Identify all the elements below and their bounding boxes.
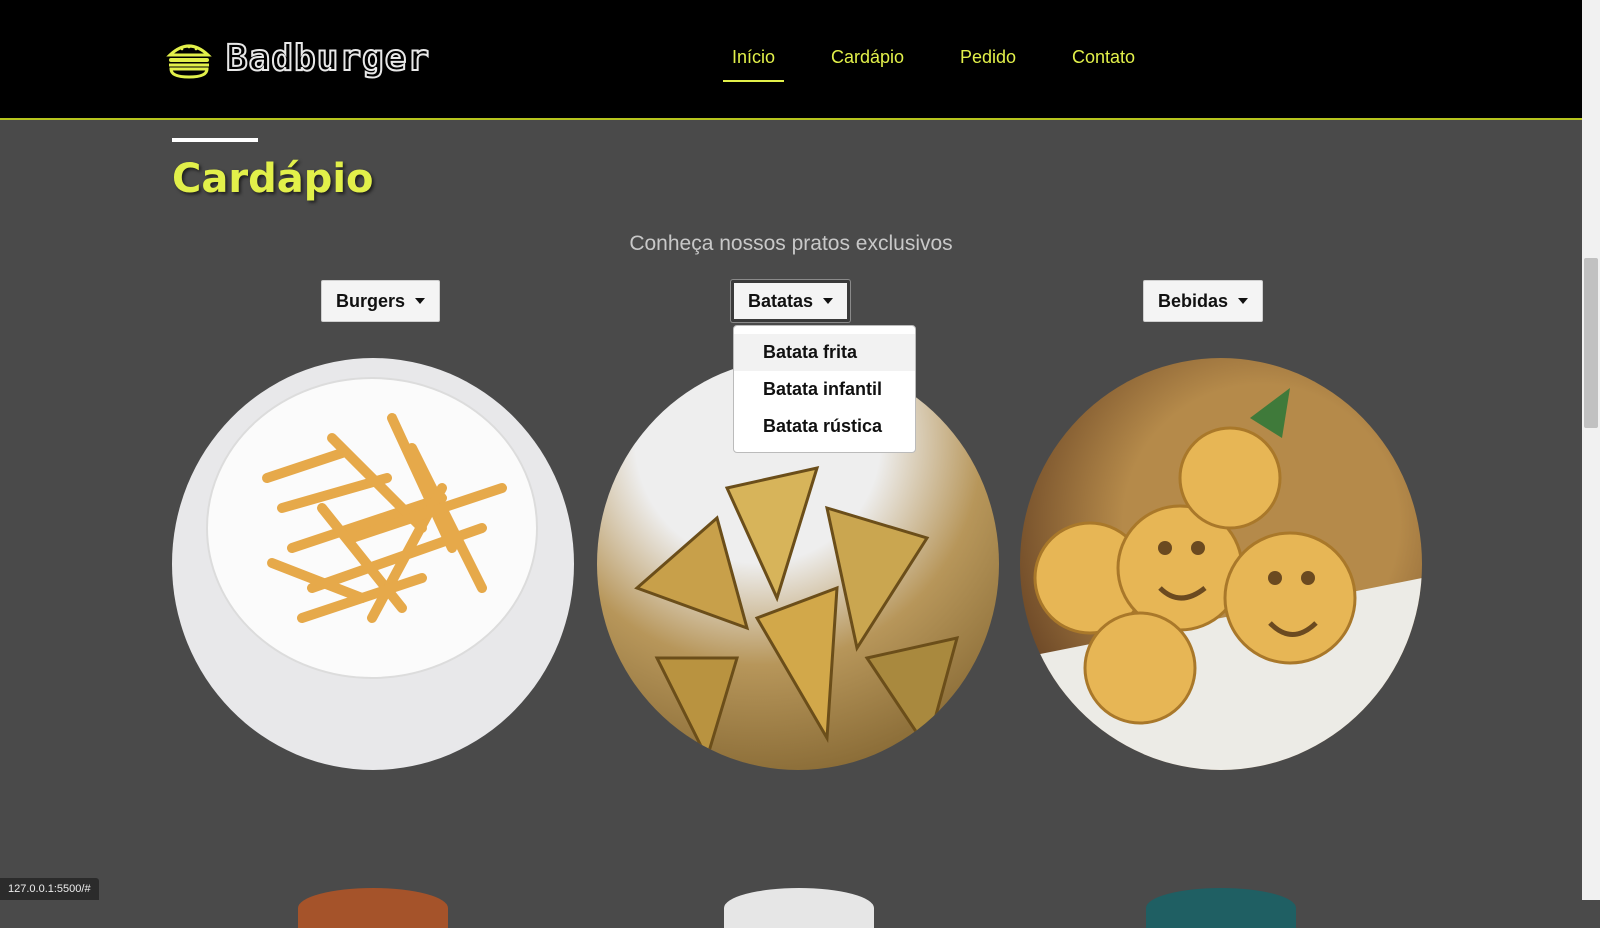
bebidas-dropdown-button[interactable]: Bebidas <box>1143 280 1264 322</box>
status-url: 127.0.0.1:5500/# <box>0 878 99 900</box>
caret-down-icon <box>1238 298 1249 304</box>
section-subtitle: Conheça nossos pratos exclusivos <box>629 232 953 255</box>
menu-item-batata-infantil[interactable]: Batata infantil <box>734 371 915 408</box>
nav-link-inicio[interactable]: Início <box>722 47 785 82</box>
burgers-dropdown-button[interactable]: Burgers <box>321 280 441 322</box>
nav-link-contato[interactable]: Contato <box>1072 47 1135 68</box>
navbar: Badburger Início Cardápio Pedido Contato <box>0 0 1582 120</box>
fries-illustration <box>206 377 538 679</box>
caret-down-icon <box>415 298 426 304</box>
burger-icon <box>166 44 212 79</box>
section-title-underline <box>172 138 258 142</box>
next-row-image-3 <box>1146 888 1296 928</box>
batatas-dropdown-menu: Batata frita Batata infantil Batata rúst… <box>733 325 916 453</box>
page-scrollbar[interactable] <box>1582 0 1600 900</box>
fries-plate-image <box>172 358 574 770</box>
menu-item-batata-frita[interactable]: Batata frita <box>734 334 915 371</box>
bebidas-dropdown-label: Bebidas <box>1158 290 1229 311</box>
smiley-potatoes-image <box>1020 358 1422 770</box>
batatas-dropdown-label: Batatas <box>748 290 814 311</box>
scrollbar-thumb[interactable] <box>1584 258 1598 428</box>
next-row-image-1 <box>298 888 448 928</box>
nav-link-cardapio[interactable]: Cardápio <box>831 47 904 68</box>
section-title: Cardápio <box>172 156 374 202</box>
batatas-dropdown-button[interactable]: Batatas <box>731 280 851 322</box>
next-row-image-2 <box>724 888 874 928</box>
brand-logo[interactable]: Badburger <box>166 37 431 80</box>
caret-down-icon <box>823 298 834 304</box>
nav-link-pedido[interactable]: Pedido <box>960 47 1016 68</box>
burgers-dropdown-label: Burgers <box>336 290 406 311</box>
brand-name: Badburger <box>225 37 431 80</box>
menu-item-batata-rustica[interactable]: Batata rústica <box>734 408 915 445</box>
smiley-illustration <box>1020 388 1422 770</box>
